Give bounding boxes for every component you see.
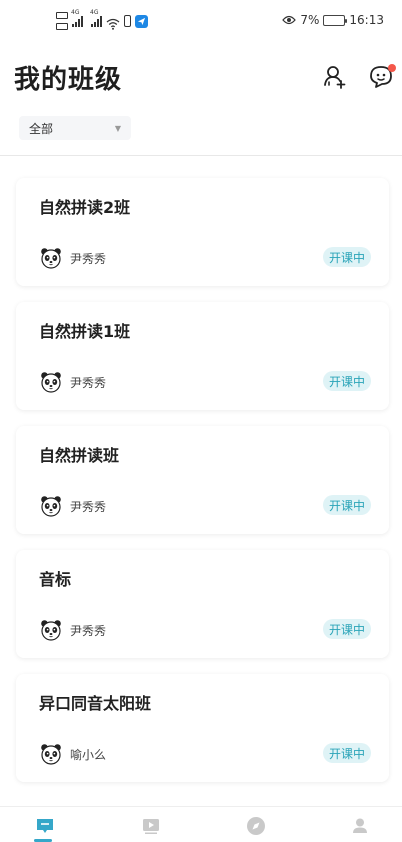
status-badge: 开课中 <box>322 371 371 391</box>
status-left: 4G 4G <box>56 9 148 30</box>
discover-icon <box>247 817 265 835</box>
battery-icon <box>323 14 348 26</box>
teacher-info: 尹秀秀 <box>40 371 106 393</box>
status-badge: 开课中 <box>322 495 371 515</box>
class-filter-dropdown[interactable]: 全部 ▼ <box>19 116 131 140</box>
profile-icon <box>353 818 367 833</box>
class-name: 自然拼读2班 <box>39 198 131 217</box>
class-name: 自然拼读1班 <box>39 322 131 341</box>
status-bar: 4G 4G 7% 16:13 <box>0 0 402 40</box>
nav-item-class[interactable] <box>34 815 56 837</box>
app-notification-icon <box>135 14 148 28</box>
eye-icon <box>282 15 297 25</box>
chevron-down-icon: ▼ <box>114 123 121 133</box>
status-badge: 开课中 <box>322 743 371 763</box>
nav-item-video[interactable] <box>140 815 162 837</box>
class-icon <box>37 819 53 833</box>
class-card[interactable]: 自然拼读1班 尹秀秀 开课中 <box>16 302 389 410</box>
teacher-name: 尹秀秀 <box>70 375 107 390</box>
teacher-name: 尹秀秀 <box>70 251 107 266</box>
battery-percent: 7% <box>300 13 320 27</box>
status-badge: 开课中 <box>322 619 371 639</box>
battery-saver-icon <box>124 15 131 27</box>
divider <box>0 155 402 156</box>
class-card[interactable]: 音标 尹秀秀 开课中 <box>16 550 389 658</box>
teacher-info: 尹秀秀 <box>40 619 106 641</box>
teacher-info: 尹秀秀 <box>40 247 106 269</box>
nav-item-discover[interactable] <box>245 815 267 837</box>
notification-dot <box>388 64 396 72</box>
video-icon <box>143 819 159 834</box>
add-friend-button[interactable] <box>320 62 350 92</box>
page-title: 我的班级 <box>14 65 123 95</box>
status-right: 7% 16:13 <box>282 13 384 27</box>
class-card[interactable]: 异口同音太阳班 喻小么 开课中 <box>16 674 389 782</box>
panda-avatar <box>41 744 61 765</box>
signal-icon: 4G <box>71 9 83 27</box>
panda-avatar <box>41 248 61 269</box>
class-name: 音标 <box>39 570 72 589</box>
panda-avatar <box>41 620 61 641</box>
panda-avatar <box>41 372 61 393</box>
class-card[interactable]: 自然拼读班 尹秀秀 开课中 <box>16 426 389 534</box>
teacher-name: 尹秀秀 <box>70 499 107 514</box>
class-card[interactable]: 自然拼读2班 尹秀秀 开课中 <box>16 178 389 286</box>
teacher-name: 尹秀秀 <box>70 623 107 638</box>
teacher-name: 喻小么 <box>70 747 107 762</box>
clock: 16:13 <box>349 13 384 27</box>
bottom-nav <box>0 806 402 842</box>
filter-label: 全部 <box>29 121 54 136</box>
class-name: 自然拼读班 <box>39 446 120 465</box>
nav-item-profile[interactable] <box>349 815 371 837</box>
status-badge: 开课中 <box>322 247 371 267</box>
wifi-icon <box>106 15 120 30</box>
teacher-info: 尹秀秀 <box>40 495 106 517</box>
signal-icon: 4G <box>90 9 102 27</box>
panda-avatar <box>41 496 61 517</box>
teacher-info: 喻小么 <box>40 743 106 765</box>
message-button[interactable] <box>366 62 396 92</box>
add-friend-icon <box>324 66 346 89</box>
sim-icon <box>56 12 68 30</box>
class-name: 异口同音太阳班 <box>39 694 152 713</box>
